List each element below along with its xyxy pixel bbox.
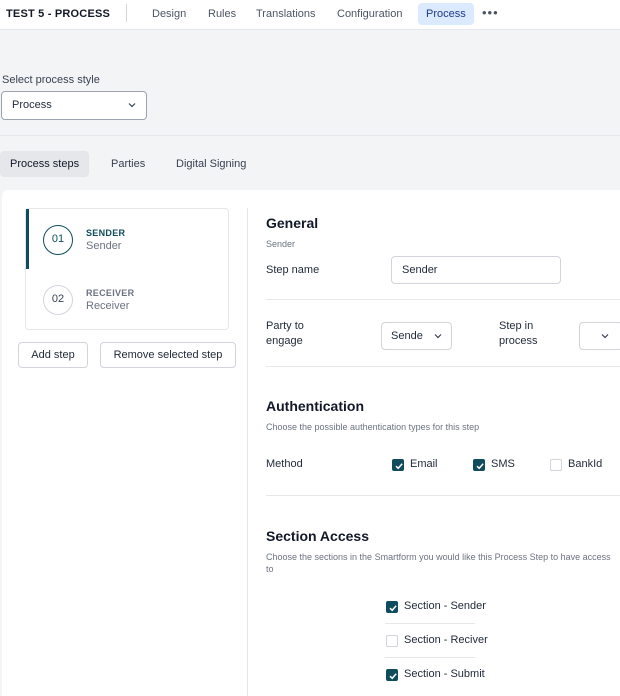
step-role: SENDER xyxy=(86,228,126,238)
sms-label: SMS xyxy=(491,458,515,470)
chevron-down-icon xyxy=(434,334,442,339)
section-sender-checkbox[interactable] xyxy=(386,601,398,613)
check-icon xyxy=(389,605,397,612)
process-style-label: Select process style xyxy=(2,74,100,86)
tab-configuration[interactable]: Configuration xyxy=(329,3,410,25)
divider xyxy=(266,299,620,300)
title-divider xyxy=(126,4,127,22)
step-role: RECEIVER xyxy=(86,288,135,298)
process-style-value: Process xyxy=(12,99,52,111)
step-number: 02 xyxy=(43,285,73,315)
method-label: Method xyxy=(266,458,303,470)
authentication-subtitle: Choose the possible authentication types… xyxy=(266,422,480,432)
authentication-heading: Authentication xyxy=(266,398,364,414)
tab-process[interactable]: Process xyxy=(418,3,474,25)
section-reciver-label: Section - Reciver xyxy=(404,634,488,646)
party-to-engage-label: Party to engage xyxy=(266,320,304,347)
section-reciver-checkbox[interactable] xyxy=(386,635,398,647)
general-subtitle: Sender xyxy=(266,239,296,249)
email-label: Email xyxy=(410,458,438,470)
remove-selected-step-button[interactable]: Remove selected step xyxy=(100,342,236,368)
tab-rules[interactable]: Rules xyxy=(200,3,244,25)
tab-process-steps[interactable]: Process steps xyxy=(0,151,90,177)
step-item-sender[interactable]: 01 SENDER Sender xyxy=(26,209,228,269)
section-sender-label: Section - Sender xyxy=(404,600,486,612)
step-number: 01 xyxy=(43,225,73,255)
check-icon xyxy=(389,673,397,680)
section-access-subtitle: Choose the sections in the Smartform you… xyxy=(266,552,611,574)
app-title: TEST 5 - PROCESS xyxy=(6,8,111,20)
divider xyxy=(266,495,620,496)
sms-checkbox[interactable] xyxy=(473,459,485,471)
section-access-heading: Section Access xyxy=(266,528,369,544)
vertical-divider xyxy=(247,208,248,696)
top-bar: TEST 5 - PROCESS Design Rules Translatio… xyxy=(0,0,620,30)
divider xyxy=(0,135,620,136)
check-icon xyxy=(476,463,484,470)
steps-list: 01 SENDER Sender 02 RECEIVER Receiver xyxy=(25,208,229,330)
step-name-input[interactable]: Sender xyxy=(391,256,561,284)
step-name: Sender xyxy=(86,240,122,252)
bankid-checkbox[interactable] xyxy=(550,459,562,471)
add-step-button[interactable]: Add step xyxy=(18,342,88,368)
chevron-down-icon xyxy=(128,103,136,108)
step-name-label: Step name xyxy=(266,264,320,276)
party-to-engage-value: Sende xyxy=(391,330,423,342)
tab-digital-signing[interactable]: Digital Signing xyxy=(166,151,256,177)
chevron-down-icon xyxy=(601,334,609,339)
party-to-engage-select[interactable]: Sende xyxy=(381,322,452,350)
email-checkbox[interactable] xyxy=(392,459,404,471)
divider xyxy=(385,623,475,624)
bankid-label: BankId xyxy=(568,458,603,470)
section-submit-label: Section - Submit xyxy=(404,668,485,680)
tab-translations[interactable]: Translations xyxy=(248,3,324,25)
step-in-process-label: Step in process xyxy=(499,320,538,347)
section-submit-checkbox[interactable] xyxy=(386,669,398,681)
tab-parties[interactable]: Parties xyxy=(101,151,155,177)
more-options-icon[interactable]: ••• xyxy=(482,3,499,25)
check-icon xyxy=(395,463,403,470)
step-item-receiver[interactable]: 02 RECEIVER Receiver xyxy=(26,269,228,329)
divider xyxy=(385,657,475,658)
general-heading: General xyxy=(266,215,319,231)
divider xyxy=(266,366,620,367)
step-name: Receiver xyxy=(86,300,130,312)
tab-design[interactable]: Design xyxy=(144,3,194,25)
step-in-process-select[interactable] xyxy=(579,322,620,350)
process-style-select[interactable]: Process xyxy=(1,91,147,120)
